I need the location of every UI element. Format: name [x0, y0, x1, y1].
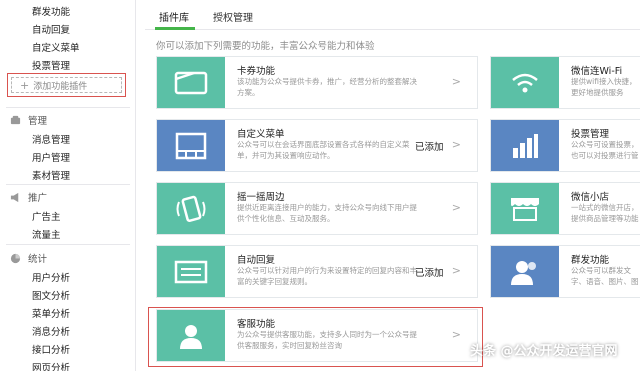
card-desc: 公众号可以针对用户的行为来设置特定的回复内容和丰富的关键字回复规则。 [237, 266, 417, 286]
sidebar-item-messages[interactable]: 消息管理 [32, 132, 70, 146]
sidebar-section-promote: 推广 [10, 190, 47, 204]
intro-text: 你可以添加下列需要的功能，丰富公众号能力和体验 [156, 41, 375, 52]
card-thumb [491, 246, 559, 297]
card-title: 群发功能 [571, 255, 610, 266]
sidebar-item-auto-reply[interactable]: 自动回复 [32, 22, 70, 36]
sidebar-item-user-analysis[interactable]: 用户分析 [32, 270, 70, 284]
sidebar: 群发功能 自动回复 自定义菜单 投票管理 + 添加功能插件 管理 消息管理 用户… [0, 0, 136, 371]
sidebar-item-api-analysis[interactable]: 接口分析 [32, 342, 70, 356]
sidebar-item-menu-analysis[interactable]: 菜单分析 [32, 306, 70, 320]
wallet-icon [174, 71, 208, 94]
card-desc: 提供近距离连接用户的能力，支持公众号向线下用户提供个性化信息、互动及服务。 [237, 203, 417, 223]
sidebar-item-materials[interactable]: 素材管理 [32, 168, 70, 182]
card-desc: 提供wifi接入快捷，更好地提供服务 [571, 77, 637, 97]
manage-icon [10, 115, 21, 124]
sidebar-item-article-analysis[interactable]: 图文分析 [32, 288, 70, 302]
card-thumb [491, 57, 559, 108]
sidebar-section-title: 推广 [28, 193, 48, 204]
wifi-icon [512, 73, 538, 92]
card-desc: 公众号可以群发文字、语音、图片、图文信息 [571, 266, 639, 286]
plugin-card-coupon[interactable]: 卡券功能 该功能为公众号提供卡券，推广，经营分析的整套解决方案。 > [156, 56, 478, 109]
sidebar-divider [6, 184, 130, 185]
card-desc: 一站式的微信开店，提供商品管理等功能 [571, 203, 639, 223]
card-status: 已添加 [415, 142, 444, 153]
sidebar-section-title: 统计 [28, 254, 48, 265]
sidebar-item-message-analysis[interactable]: 消息分析 [32, 324, 70, 338]
add-plugin-button[interactable]: + 添加功能插件 [11, 77, 122, 93]
card-title: 投票管理 [571, 129, 610, 140]
sidebar-item-publisher[interactable]: 流量主 [32, 227, 61, 241]
megaphone-icon [10, 192, 19, 202]
card-title: 自动回复 [237, 255, 276, 266]
sidebar-item-vote[interactable]: 投票管理 [32, 58, 70, 72]
group-icon [511, 260, 536, 285]
bar-chart-icon [513, 133, 538, 158]
card-thumb [157, 57, 225, 108]
plugin-card-shake[interactable]: 摇一摇周边 提供近距离连接用户的能力，支持公众号向线下用户提供个性化信息、互动及… [156, 182, 478, 235]
plugin-card-wifi[interactable]: 微信连Wi-Fi 提供wifi接入快捷，更好地提供服务 [490, 56, 640, 109]
plugin-card-auto-reply[interactable]: 自动回复 公众号可以针对用户的行为来设置特定的回复内容和丰富的关键字回复规则。 … [156, 245, 478, 298]
card-title: 微信连Wi-Fi [571, 66, 623, 77]
tab-authorization[interactable]: 授权管理 [213, 9, 253, 24]
menu-icon [175, 132, 207, 159]
card-desc: 公众号可设置投票，也可以对投票进行管理 [571, 140, 639, 160]
active-tab-indicator [155, 27, 195, 30]
sidebar-divider [6, 244, 130, 245]
add-plugin-label: 添加功能插件 [33, 81, 88, 92]
card-title: 自定义菜单 [237, 129, 285, 140]
card-title: 卡券功能 [237, 66, 276, 77]
card-thumb [491, 120, 559, 171]
add-plugin-highlight: + 添加功能插件 [7, 73, 126, 97]
card-thumb [157, 246, 225, 297]
shake-icon [176, 195, 206, 222]
card-desc: 该功能为公众号提供卡券，推广，经营分析的整套解决方案。 [237, 77, 417, 97]
card-status: 已添加 [415, 268, 444, 279]
keyboard-icon [174, 260, 208, 283]
customer-service-highlight [148, 307, 483, 367]
chevron-right-icon: > [451, 264, 461, 277]
plus-icon: + [20, 78, 30, 92]
sidebar-item-mass-send[interactable]: 群发功能 [32, 4, 70, 18]
sidebar-section-title: 管理 [28, 116, 48, 127]
sidebar-item-web-analysis[interactable]: 网页分析 [32, 360, 70, 371]
chevron-right-icon: > [451, 75, 461, 88]
chevron-right-icon: > [451, 138, 461, 151]
plugin-card-mass-send[interactable]: 群发功能 公众号可以群发文字、语音、图片、图文信息 [490, 245, 640, 298]
card-thumb [157, 120, 225, 171]
card-title: 摇一摇周边 [237, 192, 285, 203]
card-thumb [157, 183, 225, 234]
sidebar-item-users[interactable]: 用户管理 [32, 150, 70, 164]
sidebar-section-manage: 管理 [10, 113, 47, 127]
tab-bar: 插件库 授权管理 [145, 0, 640, 30]
sidebar-item-advertiser[interactable]: 广告主 [32, 209, 61, 223]
sidebar-item-custom-menu[interactable]: 自定义菜单 [32, 40, 80, 54]
card-thumb [491, 183, 559, 234]
tab-plugin-library[interactable]: 插件库 [159, 9, 189, 24]
card-desc: 公众号可以在会话界面底部设置各式各样的自定义菜单，并可为其设置响应动作。 [237, 140, 410, 160]
chevron-right-icon: > [451, 201, 461, 214]
pie-chart-icon [10, 253, 21, 263]
card-title: 微信小店 [571, 192, 610, 203]
plugin-card-store[interactable]: 微信小店 一站式的微信开店，提供商品管理等功能 [490, 182, 640, 235]
store-icon [511, 197, 539, 221]
sidebar-divider [6, 107, 130, 108]
plugin-card-vote[interactable]: 投票管理 公众号可设置投票，也可以对投票进行管理 [490, 119, 640, 172]
sidebar-section-stats: 统计 [10, 251, 47, 265]
plugin-card-custom-menu[interactable]: 自定义菜单 公众号可以在会话界面底部设置各式各样的自定义菜单，并可为其设置响应动… [156, 119, 478, 172]
watermark: 头条 @公众开发运营官网 [470, 344, 618, 359]
